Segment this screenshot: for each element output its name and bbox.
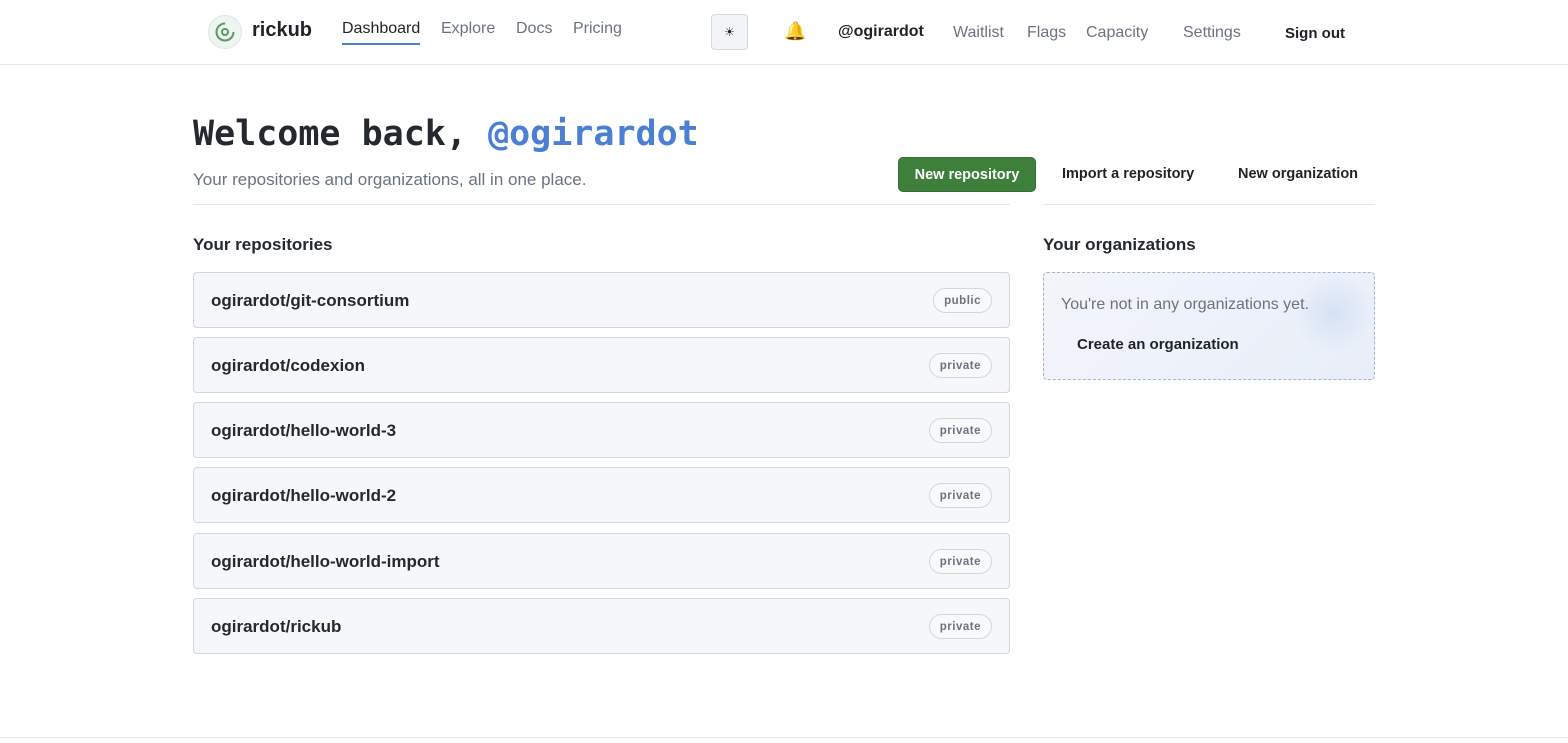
sign-out-button[interactable]: Sign out xyxy=(1285,25,1345,42)
nav-flags[interactable]: Flags xyxy=(1027,24,1066,42)
top-navbar: rickub Dashboard Explore Docs Pricing ☀ … xyxy=(0,0,1568,65)
repo-card[interactable]: ogirardot/hello-world-3 private xyxy=(193,402,1010,458)
nav-capacity[interactable]: Capacity xyxy=(1086,24,1148,42)
nav-pricing[interactable]: Pricing xyxy=(573,20,622,38)
visibility-badge: private xyxy=(928,549,992,574)
visibility-badge: private xyxy=(928,418,992,443)
new-organization-button[interactable]: New organization xyxy=(1238,166,1358,182)
user-profile-link[interactable]: @ogirardot xyxy=(838,23,924,41)
repo-card[interactable]: ogirardot/hello-world-import private xyxy=(193,533,1010,589)
welcome-prefix: Welcome back, xyxy=(193,114,489,154)
footer-divider xyxy=(0,737,1568,738)
rickub-logo-icon[interactable] xyxy=(208,15,242,49)
theme-toggle-button[interactable]: ☀ xyxy=(711,14,748,50)
nav-dashboard[interactable]: Dashboard xyxy=(342,20,421,45)
repo-name-link[interactable]: ogirardot/hello-world-3 xyxy=(211,421,396,441)
nav-waitlist[interactable]: Waitlist xyxy=(953,24,1004,42)
visibility-badge: private xyxy=(928,483,992,508)
organizations-heading: Your organizations xyxy=(1043,235,1196,254)
organizations-empty-state: You're not in any organizations yet. Cre… xyxy=(1043,272,1375,380)
import-repository-button[interactable]: Import a repository xyxy=(1062,166,1194,182)
create-organization-link[interactable]: Create an organization xyxy=(1077,336,1239,353)
welcome-handle: @ogirardot xyxy=(488,114,699,154)
repo-name-link[interactable]: ogirardot/git-consortium xyxy=(211,291,409,311)
repo-card[interactable]: ogirardot/rickub private xyxy=(193,598,1010,654)
visibility-badge: private xyxy=(928,353,992,378)
nav-docs[interactable]: Docs xyxy=(516,20,552,38)
visibility-badge: private xyxy=(928,614,992,639)
repo-card[interactable]: ogirardot/hello-world-2 private xyxy=(193,467,1010,523)
brand-name[interactable]: rickub xyxy=(252,19,312,42)
repo-name-link[interactable]: ogirardot/hello-world-import xyxy=(211,552,440,572)
nav-explore[interactable]: Explore xyxy=(441,20,495,38)
repo-name-link[interactable]: ogirardot/rickub xyxy=(211,617,341,637)
page-title: Welcome back, @ogirardot xyxy=(193,114,699,154)
notifications-bell-icon[interactable]: 🔔 xyxy=(784,21,806,41)
repositories-heading: Your repositories xyxy=(193,235,333,254)
sun-icon: ☀ xyxy=(724,25,735,39)
visibility-badge: public xyxy=(933,288,992,313)
divider xyxy=(1043,204,1375,205)
repo-name-link[interactable]: ogirardot/hello-world-2 xyxy=(211,486,396,506)
page-subtitle: Your repositories and organizations, all… xyxy=(193,170,587,189)
divider xyxy=(193,204,1010,205)
nav-settings[interactable]: Settings xyxy=(1183,24,1241,42)
new-repository-button[interactable]: New repository xyxy=(898,157,1036,192)
repo-name-link[interactable]: ogirardot/codexion xyxy=(211,356,365,376)
repo-card[interactable]: ogirardot/git-consortium public xyxy=(193,272,1010,328)
repo-card[interactable]: ogirardot/codexion private xyxy=(193,337,1010,393)
organizations-empty-text: You're not in any organizations yet. xyxy=(1061,296,1309,313)
